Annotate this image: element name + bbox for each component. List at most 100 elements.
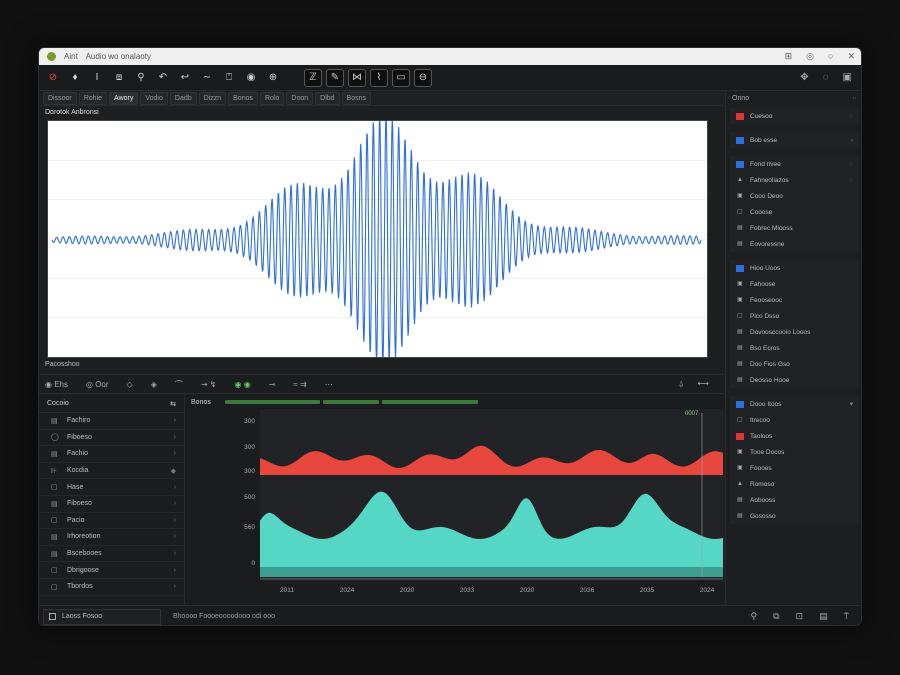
property-item-action-icon[interactable]: › xyxy=(851,137,853,144)
effect-list-item[interactable]: ▢ Pacio › xyxy=(39,513,184,530)
tab-doon[interactable]: Doon xyxy=(286,91,314,105)
property-item[interactable]: ▣ Tooe Docos xyxy=(730,444,859,460)
effect-list-item[interactable]: ▢ Dbrigoose › xyxy=(39,562,184,579)
tab-rohie[interactable]: Rohie xyxy=(78,91,108,105)
effect-list-item[interactable]: ▤ Fiboeso › xyxy=(39,496,184,513)
property-item[interactable]: ▣ Feooseooc xyxy=(730,292,859,308)
save-icon[interactable]: ▣ xyxy=(843,72,852,83)
property-item[interactable]: Taoloos xyxy=(730,428,859,444)
transport-control[interactable]: ◇ xyxy=(127,380,133,389)
close-icon[interactable]: ✕ xyxy=(847,51,855,62)
effect-list-item[interactable]: ▤ Irhoreotion › xyxy=(39,529,184,546)
status-action-icon[interactable]: ⚲ xyxy=(751,611,758,622)
property-item[interactable]: Hioo Uoos xyxy=(730,260,859,276)
chat-icon[interactable]: ◌ xyxy=(823,72,829,83)
transport-control[interactable]: ⊸ xyxy=(269,380,276,389)
transport-control[interactable]: ⋯ xyxy=(325,380,333,389)
chevron-right-icon[interactable]: › xyxy=(174,517,176,524)
chevron-right-icon[interactable]: › xyxy=(174,533,176,540)
property-item[interactable]: ▤ Aobooss xyxy=(730,492,859,508)
status-action-icon[interactable]: ⊡ xyxy=(796,611,804,622)
trim-icon[interactable]: ℤ xyxy=(304,68,322,87)
tab-dadb[interactable]: Dadb xyxy=(169,91,197,105)
envelope-icon[interactable]: ⌇ xyxy=(370,68,388,87)
transport-right-icon[interactable]: ⟷ xyxy=(698,379,709,389)
property-item-action-icon[interactable]: ◌ xyxy=(849,177,853,184)
property-item-action-icon[interactable]: ▾ xyxy=(850,400,853,408)
status-action-icon[interactable]: ▤ xyxy=(819,611,828,622)
transport-control[interactable]: ≈ ⇉ xyxy=(293,380,306,389)
property-item[interactable]: ▢ Itrecoo xyxy=(730,412,859,428)
chevron-right-icon[interactable]: › xyxy=(174,550,176,557)
property-item-action-icon[interactable]: ◌ xyxy=(849,161,853,168)
back-icon[interactable]: ↩ xyxy=(176,69,194,87)
chevron-right-icon[interactable]: › xyxy=(174,450,176,457)
tab-vodio[interactable]: Vodio xyxy=(140,91,168,105)
status-search-box[interactable]: Laoss Fosoo xyxy=(43,608,161,625)
split-icon[interactable]: ⋈ xyxy=(348,68,366,87)
undo-icon[interactable]: ↶ xyxy=(154,69,172,87)
swap-icon[interactable]: ⇆ xyxy=(170,400,176,408)
move-icon[interactable]: ✥ xyxy=(800,72,808,83)
tab-dizzn[interactable]: Dizzn xyxy=(198,91,227,105)
chevron-right-icon[interactable]: › xyxy=(174,567,176,574)
property-item[interactable]: ▤ Bso Ecros xyxy=(730,340,859,356)
effect-list-item[interactable]: ▢ Hase › xyxy=(39,479,184,496)
minimize-icon[interactable]: ○ xyxy=(828,51,833,62)
more-icon[interactable]: ·· xyxy=(852,95,857,102)
frame-icon[interactable]: ▭ xyxy=(392,68,410,87)
tab-awory[interactable]: Awory xyxy=(109,91,139,105)
pin-icon[interactable]: ♦ xyxy=(66,69,84,87)
chevron-right-icon[interactable]: › xyxy=(174,484,176,491)
spectrum-graph[interactable]: 0007 300 300 300 500 560 0 2011 2024 2020 2033 2020… xyxy=(185,409,723,605)
property-item[interactable]: ▣ Cooo Deoo xyxy=(730,188,859,204)
effect-list-item[interactable]: ▢ Tbordos › xyxy=(39,579,184,596)
status-action-icon[interactable]: ⧉ xyxy=(773,611,779,622)
chevron-right-icon[interactable]: ◆ xyxy=(171,467,176,475)
transport-control[interactable]: ◉ ◉ xyxy=(235,380,251,389)
property-item[interactable]: ▤ Deosso Hooe xyxy=(730,372,859,388)
pen-icon[interactable]: ✎ xyxy=(326,68,344,87)
property-item[interactable]: ▤ Fobrec Mlooss xyxy=(730,220,859,236)
transport-control[interactable]: ⌒ xyxy=(175,379,183,390)
waveform-panel[interactable] xyxy=(47,120,708,358)
chevron-right-icon[interactable]: › xyxy=(174,417,176,424)
transport-control[interactable]: ◉ Ehs xyxy=(45,380,68,389)
effect-list-item[interactable]: ▤ Fachio › xyxy=(39,446,184,463)
tab-dlbd[interactable]: Dlbd xyxy=(315,91,340,105)
transport-right-icon[interactable]: ⍙ xyxy=(679,379,684,389)
property-item[interactable]: ▤ Eovoressne xyxy=(730,236,859,252)
property-item[interactable]: ▤ Doo Fios Gso xyxy=(730,356,859,372)
chevron-right-icon[interactable]: › xyxy=(174,434,176,441)
property-item-action-icon[interactable]: ◌ xyxy=(849,113,853,120)
property-item[interactable]: ▤ Gososso xyxy=(730,508,859,524)
zoom-icon[interactable]: ⊕ xyxy=(264,69,282,87)
wave-icon[interactable]: ∼ xyxy=(198,69,216,87)
property-item[interactable]: ▢ Pico Dsso xyxy=(730,308,859,324)
maximize-icon[interactable]: ⊞ xyxy=(785,51,793,62)
clock-icon[interactable]: ⊖ xyxy=(414,68,432,87)
tab-dissoor[interactable]: Dissoor xyxy=(43,91,77,105)
chevron-right-icon[interactable]: › xyxy=(174,500,176,507)
chevron-right-icon[interactable]: › xyxy=(174,583,176,590)
effect-list-item[interactable]: ◯ Fiboeso › xyxy=(39,430,184,447)
transport-control[interactable]: ◎ Oor xyxy=(86,380,109,389)
property-item[interactable]: ▣ Fahoose xyxy=(730,276,859,292)
record-icon[interactable]: ⊘ xyxy=(44,69,62,87)
transport-control[interactable]: ⇝ ↯ xyxy=(201,380,217,389)
property-item[interactable]: ▲ Fahneoliazos ◌ xyxy=(730,172,859,188)
property-item[interactable]: ▢ Cooose xyxy=(730,204,859,220)
checkbox-icon[interactable] xyxy=(49,613,56,620)
settings-icon[interactable]: ◎ xyxy=(806,51,814,62)
marker-icon[interactable]: ⍞ xyxy=(220,69,238,87)
property-item[interactable]: Dooo Itoos ▾ xyxy=(730,396,859,412)
property-item[interactable]: ▤ Dovoosccooio Looos xyxy=(730,324,859,340)
tab-bonos[interactable]: Bonos xyxy=(228,91,258,105)
property-item[interactable]: ▲ Romoso xyxy=(730,476,859,492)
cursor-icon[interactable]: I xyxy=(88,69,106,87)
tab-bosns[interactable]: Bosns xyxy=(341,91,372,105)
effect-list-item[interactable]: ⊪ Kocdia ◆ xyxy=(39,463,184,480)
tab-rolo[interactable]: Rolo xyxy=(260,91,285,105)
property-item[interactable]: Fond rivee ◌ xyxy=(730,156,859,172)
screen-icon[interactable]: ⧈ xyxy=(110,69,128,87)
